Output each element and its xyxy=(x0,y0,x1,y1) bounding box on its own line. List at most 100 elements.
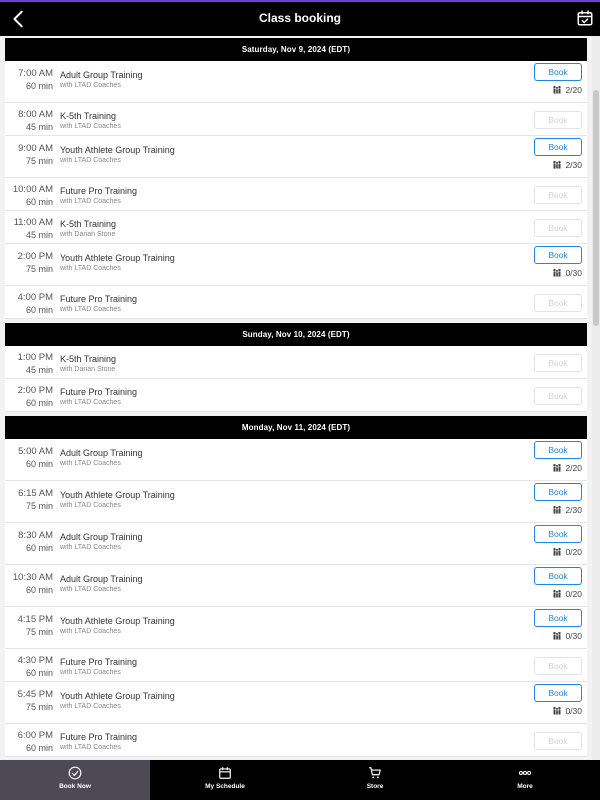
class-duration: 60 min xyxy=(25,81,53,91)
class-row: 5:00 AM 60 min Adult Group Training with LT… xyxy=(5,439,587,481)
capacity-badge: 0/30 xyxy=(552,268,582,278)
attendees-icon xyxy=(553,706,562,715)
capacity-badge: 2/30 xyxy=(552,505,582,515)
attendees-icon xyxy=(553,268,562,277)
capacity-badge: 2/20 xyxy=(552,463,582,473)
top-bar: Class booking xyxy=(0,0,600,36)
capacity-count: 0/30 xyxy=(565,268,582,278)
class-coach: with LTAD Coaches xyxy=(60,123,121,130)
class-name: Adult Group Training xyxy=(60,70,143,80)
class-coach: with LTAD Coaches xyxy=(60,198,121,205)
class-time: 11:00 AM xyxy=(13,217,53,228)
class-row: 8:30 AM 60 min Adult Group Training with LT… xyxy=(5,523,587,565)
day-header: Saturday, Nov 9, 2024 (EDT) xyxy=(5,38,587,61)
class-duration: 45 min xyxy=(25,365,53,375)
capacity-badge: 2/30 xyxy=(552,160,582,170)
class-name: Youth Athlete Group Training xyxy=(60,616,175,626)
book-button: Book xyxy=(534,732,582,750)
class-name: Adult Group Training xyxy=(60,574,143,584)
class-time: 4:00 PM xyxy=(17,292,53,303)
class-list-inner: Saturday, Nov 9, 2024 (EDT) 7:00 AM 60 min… xyxy=(5,38,587,757)
class-duration: 75 min xyxy=(25,702,53,712)
book-button: Book xyxy=(534,111,582,129)
book-button[interactable]: Book xyxy=(534,483,582,501)
class-coach: with LTAD Coaches xyxy=(60,586,121,593)
capacity-count: 2/30 xyxy=(565,160,582,170)
book-button: Book xyxy=(534,387,582,405)
nav-more[interactable]: More xyxy=(450,760,600,800)
class-row: 4:30 PM 60 min Future Pro Training with LTA… xyxy=(5,649,587,682)
book-button[interactable]: Book xyxy=(534,684,582,702)
class-coach: with LTAD Coaches xyxy=(60,157,121,164)
class-coach: with LTAD Coaches xyxy=(60,460,121,467)
nav-store[interactable]: Store xyxy=(300,760,450,800)
class-coach: with LTAD Coaches xyxy=(60,744,121,751)
class-duration: 60 min xyxy=(25,398,53,408)
day-header: Sunday, Nov 10, 2024 (EDT) xyxy=(5,323,587,346)
class-row: 4:15 PM 75 min Youth Athlete Group Trainin… xyxy=(5,607,587,649)
class-duration: 45 min xyxy=(25,230,53,240)
class-coach: with LTAD Coaches xyxy=(60,628,121,635)
book-button: Book xyxy=(534,219,582,237)
calendar-icon xyxy=(219,767,231,779)
capacity-count: 0/20 xyxy=(565,547,582,557)
class-row: 1:00 PM 45 min K-5th Training with Darian S… xyxy=(5,346,587,379)
class-name: K-5th Training xyxy=(60,219,117,229)
book-button[interactable]: Book xyxy=(534,609,582,627)
class-name: Future Pro Training xyxy=(60,186,138,196)
class-name: Youth Athlete Group Training xyxy=(60,490,175,500)
bottom-nav: Book Now My Schedule Store More xyxy=(0,760,600,800)
class-time: 8:30 AM xyxy=(18,530,53,541)
nav-label: Book Now xyxy=(59,783,91,790)
class-duration: 60 min xyxy=(25,459,53,469)
class-row: 4:00 PM 60 min Future Pro Training with LTA… xyxy=(5,286,587,319)
class-list[interactable]: Saturday, Nov 9, 2024 (EDT) 7:00 AM 60 min… xyxy=(0,36,600,760)
class-time: 4:30 PM xyxy=(17,655,53,666)
class-row: 10:30 AM 60 min Adult Group Training with L… xyxy=(5,565,587,607)
day-header: Monday, Nov 11, 2024 (EDT) xyxy=(5,416,587,439)
capacity-badge: 2/20 xyxy=(552,85,582,95)
class-coach: with LTAD Coaches xyxy=(60,502,121,509)
book-button[interactable]: Book xyxy=(534,246,582,264)
book-button[interactable]: Book xyxy=(534,567,582,585)
capacity-count: 2/30 xyxy=(565,505,582,515)
class-time: 10:00 AM xyxy=(12,184,53,195)
class-coach: with LTAD Coaches xyxy=(60,399,121,406)
calendar-check-icon[interactable] xyxy=(576,9,594,27)
class-coach: with LTAD Coaches xyxy=(60,669,121,676)
attendees-icon xyxy=(553,631,562,640)
class-coach: with LTAD Coaches xyxy=(60,265,121,272)
nav-my-schedule[interactable]: My Schedule xyxy=(150,760,300,800)
class-coach: with LTAD Coaches xyxy=(60,82,121,89)
book-button[interactable]: Book xyxy=(534,525,582,543)
capacity-badge: 0/30 xyxy=(552,706,582,716)
book-button[interactable]: Book xyxy=(534,138,582,156)
scrollbar-thumb[interactable] xyxy=(593,90,599,326)
nav-label: More xyxy=(517,783,533,790)
book-button[interactable]: Book xyxy=(534,63,582,81)
class-row: 6:15 AM 75 min Youth Athlete Group Trainin… xyxy=(5,481,587,523)
capacity-count: 0/30 xyxy=(565,706,582,716)
class-name: Youth Athlete Group Training xyxy=(60,253,175,263)
class-row: 7:00 AM 60 min Adult Group Training with LT… xyxy=(5,61,587,103)
attendees-icon xyxy=(553,589,562,598)
class-duration: 60 min xyxy=(25,585,53,595)
class-row: 10:00 AM 60 min Future Pro Training with LT… xyxy=(5,178,587,211)
class-duration: 60 min xyxy=(25,543,53,553)
class-time: 10:30 AM xyxy=(12,572,53,583)
nav-book-now[interactable]: Book Now xyxy=(0,760,150,800)
more-dots-icon xyxy=(518,770,532,776)
class-duration: 75 min xyxy=(25,156,53,166)
class-name: Future Pro Training xyxy=(60,732,138,742)
check-circle-icon xyxy=(68,766,82,780)
class-time: 4:15 PM xyxy=(17,614,53,625)
class-duration: 60 min xyxy=(25,668,53,678)
class-name: Future Pro Training xyxy=(60,294,138,304)
class-coach: with LTAD Coaches xyxy=(60,544,121,551)
class-name: K-5th Training xyxy=(60,354,117,364)
capacity-badge: 0/20 xyxy=(552,547,582,557)
class-time: 2:00 PM xyxy=(17,385,53,396)
class-name: Youth Athlete Group Training xyxy=(60,691,175,701)
book-button: Book xyxy=(534,294,582,312)
book-button[interactable]: Book xyxy=(534,441,582,459)
